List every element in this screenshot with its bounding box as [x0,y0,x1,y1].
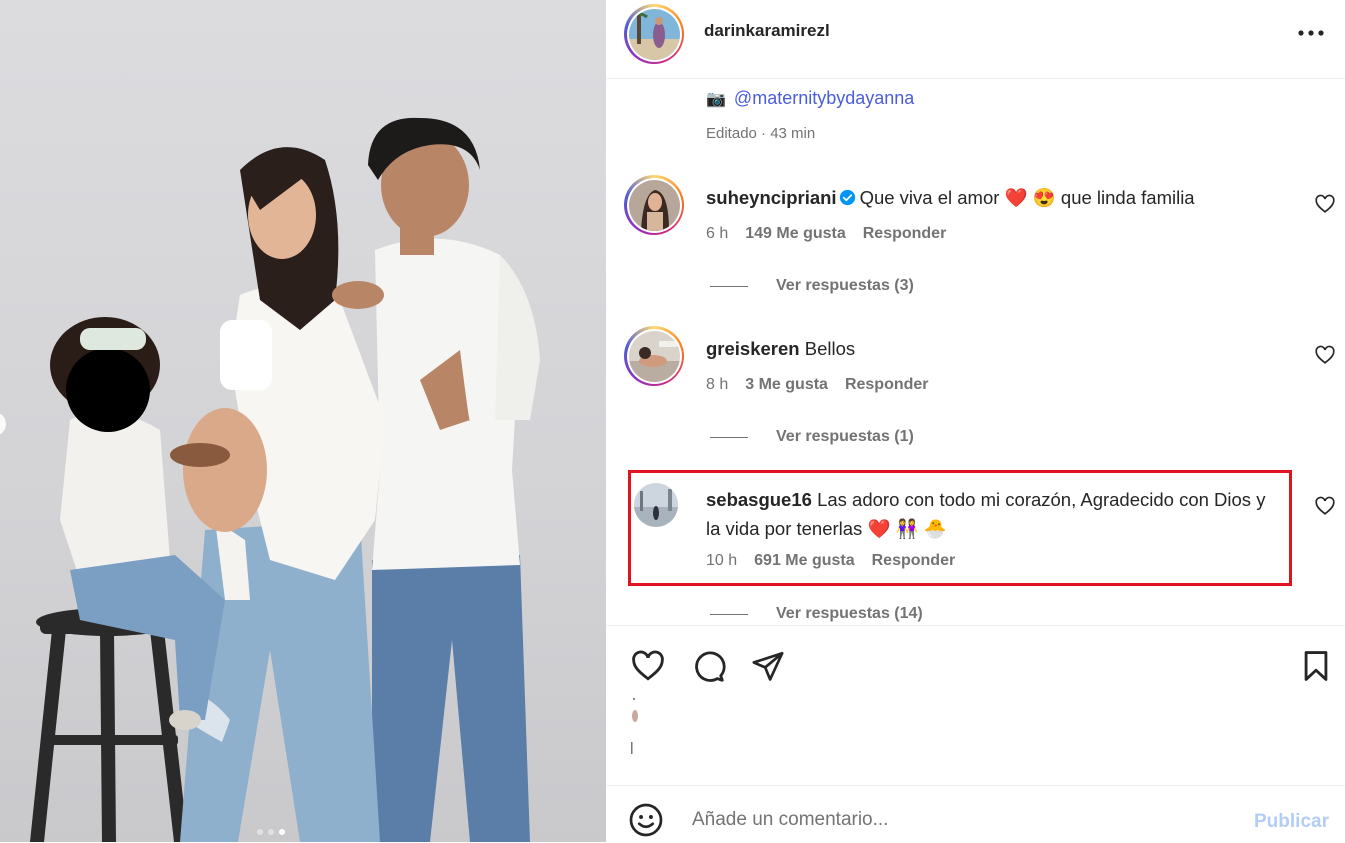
emoji-picker-icon[interactable] [628,802,664,838]
reply-button[interactable]: Responder [845,376,929,394]
comment-like-count[interactable]: 691 Me gusta [754,552,854,570]
divider-line [710,436,748,438]
comment-like-icon[interactable] [1314,495,1336,517]
commenter-story-ring[interactable] [624,175,684,235]
view-replies-label: Ver respuestas (14) [776,605,923,622]
comment-username[interactable]: sebasgue16 [706,489,812,510]
add-comment-bar: Publicar [606,785,1345,843]
publish-button[interactable]: Publicar [1254,811,1329,833]
divider-line [710,285,748,287]
caption-credit: 📷 @maternitybydayanna [706,88,914,109]
liked-by-avatars-icon [631,698,638,754]
comment-button[interactable] [688,646,728,686]
author-story-ring[interactable] [624,4,684,64]
more-options-button[interactable] [1296,20,1326,46]
comment-time[interactable]: 8 h [706,376,728,394]
commenter-avatar[interactable] [634,483,678,527]
carousel-dot [268,829,274,835]
author-username[interactable]: darinkaramirezl [704,21,830,41]
caption-edited-time: Editado · 43 min [706,125,816,142]
commenter-avatar [628,330,680,382]
post-actions-bar [606,625,1345,786]
comment-meta: 6 h 149 Me gusta Responder [706,225,946,243]
share-button[interactable] [748,646,788,686]
heart-outline-icon [632,650,664,681]
verified-badge-icon [839,189,855,206]
comment-body: sebasgue16 Las adoro con todo mi corazón… [706,485,1276,543]
bookmark-icon [1304,651,1328,681]
more-options-icon [1298,30,1324,36]
comment-like-icon[interactable] [1314,193,1336,215]
post-header: darinkaramirezl [606,0,1345,79]
view-replies-button[interactable]: Ver respuestas (3) [710,277,914,295]
comment-text: Bellos [804,338,856,359]
carousel-dot [257,829,263,835]
comment-username[interactable]: suheyncipriani [706,187,837,208]
comment-body: greiskeren Bellos [706,334,1276,363]
comment-like-count[interactable]: 149 Me gusta [745,225,845,243]
comment-like-icon[interactable] [1314,344,1336,366]
camera-icon: 📷 [706,91,726,108]
comment-input[interactable] [690,802,1234,838]
like-button[interactable] [628,646,668,686]
comment-meta: 10 h 691 Me gusta Responder [706,552,955,570]
comment-time[interactable]: 6 h [706,225,728,243]
save-button[interactable] [1296,646,1336,686]
view-replies-label: Ver respuestas (3) [776,277,914,294]
comment-time[interactable]: 10 h [706,552,737,570]
divider-line [710,613,748,615]
comment-text: Que viva el amor ❤️ 😍 que linda familia [859,187,1195,208]
commenter-avatar [628,179,680,231]
carousel-indicator [257,829,285,835]
view-replies-button[interactable]: Ver respuestas (1) [710,428,914,446]
reply-button[interactable]: Responder [863,225,947,243]
commenter-story-ring[interactable] [624,326,684,386]
comment-username[interactable]: greiskeren [706,338,800,359]
family-photo-illustration [30,117,540,842]
comment-body: suheyncipriani Que viva el amor ❤️ 😍 que … [706,183,1276,212]
comments-list[interactable]: 📷 @maternitybydayanna Editado · 43 min su… [606,79,1345,625]
view-replies-label: Ver respuestas (1) [776,428,914,445]
comment-bubble-icon [695,651,726,682]
post-side-panel: darinkaramirezl 📷 @maternitybydayanna Edi… [606,0,1345,842]
comment-like-count[interactable]: 3 Me gusta [745,376,828,394]
comment-meta: 8 h 3 Me gusta Responder [706,376,929,394]
post-photo [0,0,606,842]
reply-button[interactable]: Responder [872,552,956,570]
view-replies-button[interactable]: Ver respuestas (14) [710,605,923,623]
paper-plane-icon [752,651,784,681]
photographer-mention-link[interactable]: @maternitybydayanna [734,88,914,108]
author-avatar [628,8,680,60]
carousel-dot-active [279,829,285,835]
